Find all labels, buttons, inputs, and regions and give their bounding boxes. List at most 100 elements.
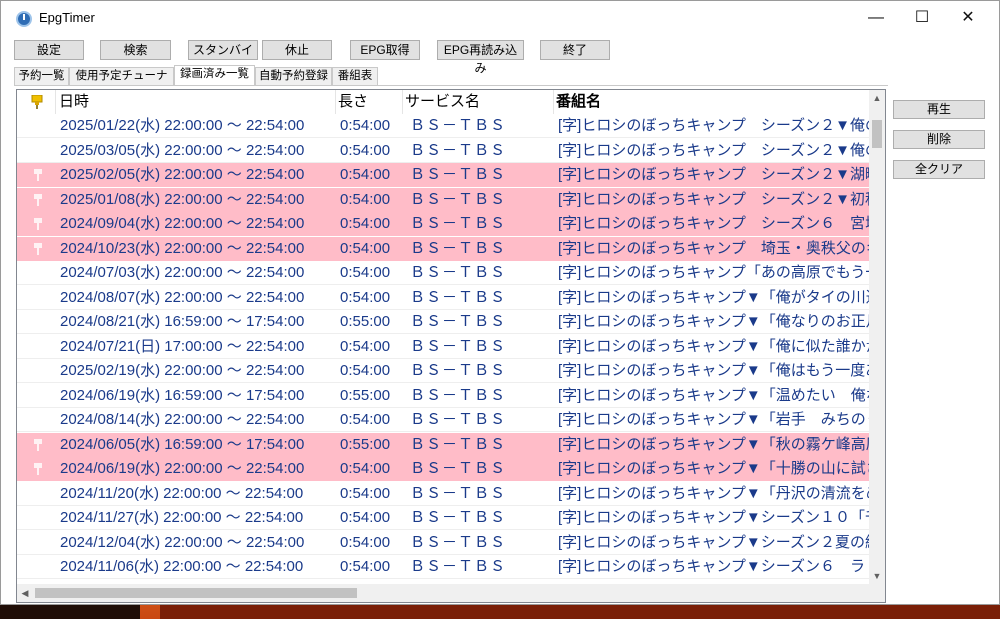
title-cell: [字]ヒロシのぼっちキャンプ シーズン２▼初秋 [558,190,869,208]
table-row[interactable]: 2024/08/07(水) 22:00:00 ～ 22:54:00 0:54:00… [17,286,869,310]
service-cell: ＢＳ－ＴＢＳ [410,558,507,575]
table-row[interactable]: 2025/02/05(水) 22:00:00 ～ 22:54:00 0:54:00… [17,163,869,187]
table-row[interactable]: 2025/02/19(水) 22:00:00 ～ 22:54:00 0:54:00… [17,359,869,383]
date-cell: 2024/12/04(水) 22:00:00 ～ 22:54:00 [60,533,305,551]
duration-cell: 0:54:00 [340,117,391,134]
scroll-up-icon[interactable]: ▲ [869,90,885,106]
search-button[interactable]: 検索 [100,40,171,60]
duration-cell: 0:54:00 [340,362,391,379]
title-cell: [字]ヒロシのぼっちキャンプ▼「俺はもう一度あの [558,362,869,379]
service-cell: ＢＳ－ＴＢＳ [410,190,507,208]
delete-button[interactable]: 削除 [893,130,985,149]
settings-button[interactable]: 設定 [14,40,84,60]
recorded-list[interactable]: 日時 長さ サービス名 番組名 2025/01/22(水) 22:00:00 ～… [16,89,886,603]
duration-cell: 0:55:00 [340,386,391,404]
column-header-date[interactable]: 日時 [59,90,89,114]
service-cell: ＢＳ－ＴＢＳ [410,435,507,453]
title-cell: [字]ヒロシのぼっちキャンプ▼「俺に似た誰かがい [558,337,869,355]
table-row[interactable]: 2024/11/20(水) 22:00:00 ～ 22:54:00 0:54:00… [17,482,869,506]
table-row[interactable]: 2024/11/27(水) 22:00:00 ～ 22:54:00 0:54:00… [17,506,869,530]
column-separator[interactable] [553,90,554,114]
table-row[interactable]: 2024/06/05(水) 16:59:00 ～ 17:54:00 0:55:00… [17,432,869,457]
column-separator[interactable] [402,90,403,114]
protect-icon [34,463,42,475]
scroll-corner [869,584,885,602]
table-row[interactable]: 2024/09/04(水) 22:00:00 ～ 22:54:00 0:54:00… [17,212,869,236]
duration-cell: 0:54:00 [340,288,391,306]
duration-cell: 0:54:00 [340,141,391,159]
hibernate-button[interactable]: 休止 [262,40,332,60]
close-button[interactable]: ✕ [945,1,991,35]
clear-all-button[interactable]: 全クリア [893,160,985,179]
table-row[interactable]: 2024/07/03(水) 22:00:00 ～ 22:54:00 0:54:00… [17,261,869,285]
protect-icon [34,218,42,230]
duration-cell: 0:54:00 [340,190,391,208]
table-row[interactable]: 2025/01/08(水) 22:00:00 ～ 22:54:00 0:54:00… [17,187,869,212]
service-cell: ＢＳ－ＴＢＳ [410,264,507,281]
horizontal-scroll-thumb[interactable] [35,588,357,598]
service-cell: ＢＳ－ＴＢＳ [410,386,507,404]
title-cell: [字]ヒロシのぼっちキャンプ▼シーズン１０「千葉 [558,509,869,526]
date-cell: 2024/06/19(水) 16:59:00 ～ 17:54:00 [60,386,305,404]
date-cell: 2024/06/05(水) 16:59:00 ～ 17:54:00 [60,435,305,453]
epg-reload-button[interactable]: EPG再読み込み [437,40,524,75]
protect-icon [34,242,42,255]
service-cell: ＢＳ－ＴＢＳ [410,337,507,355]
table-row[interactable]: 2024/12/04(水) 22:00:00 ～ 22:54:00 0:54:00… [17,531,869,555]
pin-icon[interactable] [31,95,43,109]
service-cell: ＢＳ－ＴＢＳ [410,288,507,306]
title-cell: [字]ヒロシのぼっちキャンプ▼シーズン６ ラ・キ [558,558,869,575]
column-separator[interactable] [55,90,56,114]
duration-cell: 0:54:00 [340,239,391,257]
protect-icon [34,169,42,181]
date-cell: 2024/11/06(水) 22:00:00 ～ 22:54:00 [60,558,304,575]
date-cell: 2025/01/22(水) 22:00:00 ～ 22:54:00 [60,117,305,134]
standby-button[interactable]: スタンバイ [188,40,258,60]
service-cell: ＢＳ－ＴＢＳ [410,509,507,526]
tab-recorded-list[interactable]: 録画済み一覧 [174,65,255,86]
service-cell: ＢＳ－ＴＢＳ [410,166,507,183]
tab-auto-reservation[interactable]: 自動予約登録 [255,67,332,86]
date-cell: 2024/08/07(水) 22:00:00 ～ 22:54:00 [60,288,305,306]
duration-cell: 0:54:00 [340,558,391,575]
tab-tuner-schedule[interactable]: 使用予定チューナー [69,67,174,99]
title-cell: [字]ヒロシのぼっちキャンプ▼「俺がタイの川辺で [558,288,869,306]
title-bar[interactable]: EpgTimer — ☐ ✕ [1,1,999,35]
date-cell: 2024/11/27(水) 22:00:00 ～ 22:54:00 [60,509,304,526]
date-cell: 2025/02/19(水) 22:00:00 ～ 22:54:00 [60,362,305,379]
date-cell: 2025/03/05(水) 22:00:00 ～ 22:54:00 [60,141,305,159]
scroll-left-icon[interactable]: ◀ [17,584,33,602]
vertical-scroll-thumb[interactable] [872,120,882,148]
column-header-title[interactable]: 番組名 [556,90,601,114]
exit-button[interactable]: 終了 [540,40,610,60]
title-cell: [字]ヒロシのぼっちキャンプ▼「温めたい 俺な [558,386,869,404]
vertical-scrollbar[interactable]: ▲ ▼ [869,90,885,584]
column-separator[interactable] [335,90,336,114]
table-row[interactable]: 2024/08/14(水) 22:00:00 ～ 22:54:00 0:54:00… [17,408,869,432]
maximize-button[interactable]: ☐ [899,1,945,35]
table-row[interactable]: 2024/10/23(水) 22:00:00 ～ 22:54:00 0:54:00… [17,236,869,261]
horizontal-scrollbar[interactable]: ◀ [17,584,869,602]
column-header-duration[interactable]: 長さ [338,90,368,114]
table-row[interactable]: 2024/06/19(水) 22:00:00 ～ 22:54:00 0:54:00… [17,457,869,481]
tab-program-guide[interactable]: 番組表 [332,67,378,86]
epg-fetch-button[interactable]: EPG取得 [350,40,420,60]
play-button[interactable]: 再生 [893,100,985,119]
date-cell: 2025/01/08(水) 22:00:00 ～ 22:54:00 [60,190,305,208]
table-row[interactable]: 2024/08/21(水) 16:59:00 ～ 17:54:00 0:55:00… [17,310,869,334]
table-row[interactable]: 2025/03/05(水) 22:00:00 ～ 22:54:00 0:54:00… [17,139,869,163]
column-header-service[interactable]: サービス名 [405,90,480,114]
minimize-button[interactable]: — [853,1,899,35]
scroll-down-icon[interactable]: ▼ [869,568,885,584]
table-row[interactable]: 2025/01/22(水) 22:00:00 ～ 22:54:00 0:54:00… [17,114,869,138]
tab-reservations[interactable]: 予約一覧 [14,67,69,86]
service-cell: ＢＳ－ＴＢＳ [410,141,507,159]
date-cell: 2024/10/23(水) 22:00:00 ～ 22:54:00 [60,239,305,257]
service-cell: ＢＳ－ＴＢＳ [410,411,507,428]
table-row[interactable]: 2024/06/19(水) 16:59:00 ～ 17:54:00 0:55:00… [17,384,869,408]
duration-cell: 0:54:00 [340,411,391,428]
title-cell: [字]ヒロシのぼっちキャンプ シーズン２▼俺の乗 [558,141,869,159]
title-cell: [字]ヒロシのぼっちキャンプ「あの高原でもう一度 [558,264,869,281]
table-row[interactable]: 2024/11/06(水) 22:00:00 ～ 22:54:00 0:54:00… [17,555,869,579]
table-row[interactable]: 2024/07/21(日) 17:00:00 ～ 22:54:00 0:54:00… [17,335,869,359]
